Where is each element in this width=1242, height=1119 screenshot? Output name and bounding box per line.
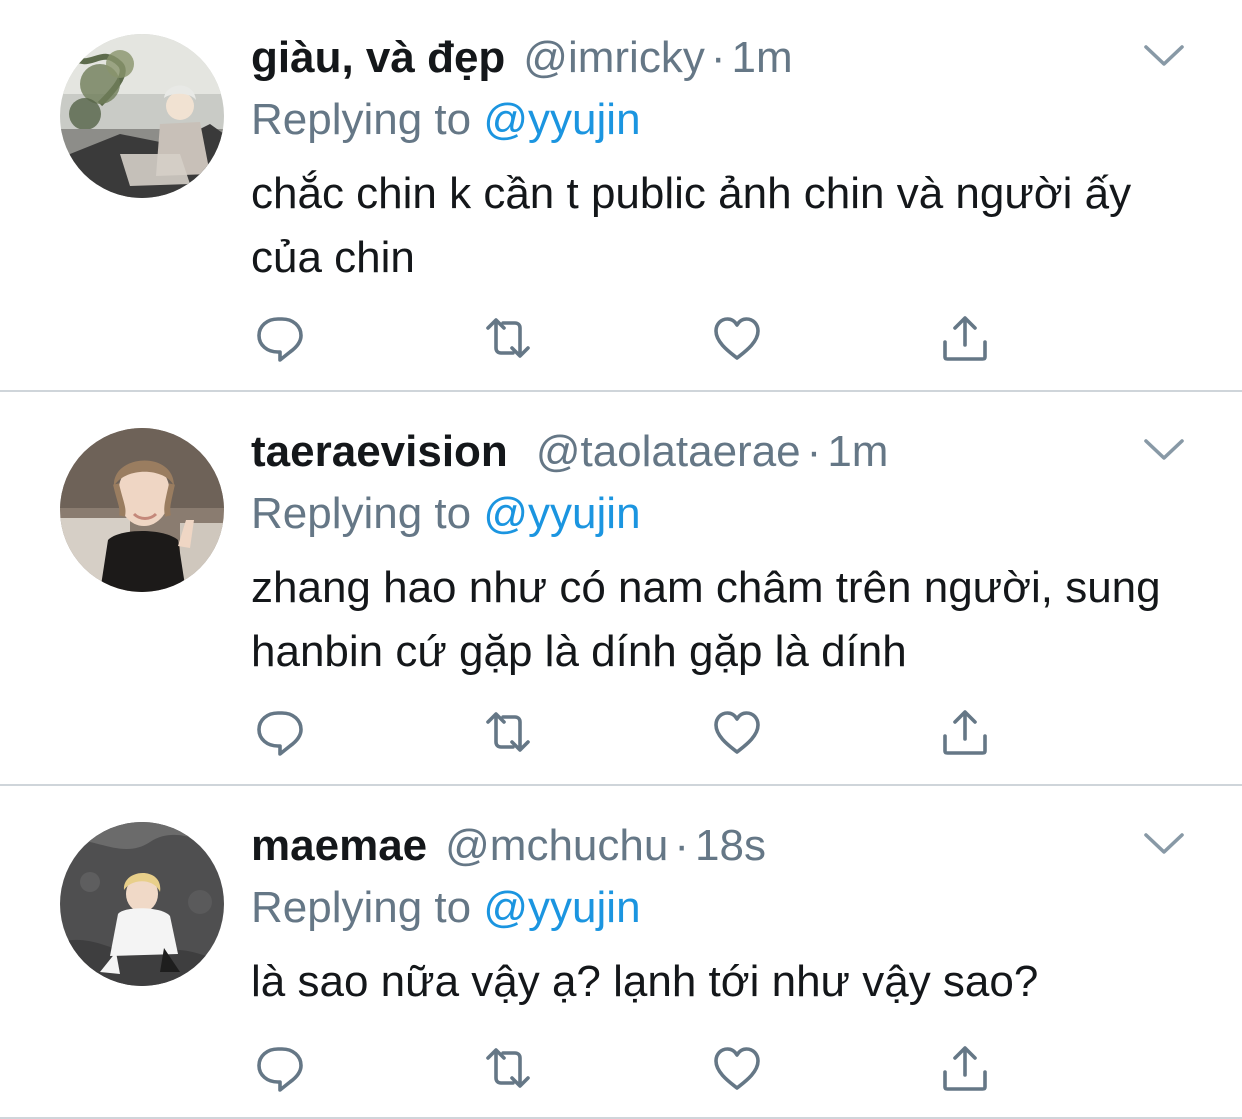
avatar[interactable]: [60, 822, 224, 986]
mention-link[interactable]: @yyujin: [483, 883, 640, 932]
like-icon[interactable]: [711, 706, 763, 758]
avatar-photo: [60, 822, 224, 986]
chevron-down-icon[interactable]: [1142, 432, 1186, 468]
user-handle[interactable]: @mchuchu: [445, 818, 668, 874]
replying-to: Replying to @yyujin: [251, 880, 641, 936]
tweet[interactable]: maemae @mchuchu · 18s Replying to @yyuji…: [0, 788, 1242, 1119]
replying-label: Replying to: [251, 489, 472, 538]
tweet-text: chắc chin k cần t public ảnh chin và ngư…: [251, 169, 1132, 282]
tweet-header: giàu, và đẹp @imricky · 1m: [251, 30, 793, 86]
share-icon[interactable]: [939, 1042, 991, 1094]
chevron-down-icon[interactable]: [1142, 38, 1186, 74]
mention-link[interactable]: @yyujin: [483, 95, 640, 144]
timestamp[interactable]: 1m: [827, 424, 888, 480]
user-handle[interactable]: @imricky: [523, 30, 705, 86]
display-name[interactable]: taeraevision: [251, 424, 508, 480]
avatar[interactable]: [60, 34, 224, 198]
chevron-down-icon[interactable]: [1142, 826, 1186, 862]
replying-label: Replying to: [251, 883, 472, 932]
user-handle[interactable]: @taolataerae: [536, 424, 801, 480]
tweet-header: maemae @mchuchu · 18s: [251, 818, 766, 874]
like-icon[interactable]: [711, 1042, 763, 1094]
tweet-actions: [0, 1042, 1242, 1094]
tweet[interactable]: taeraevision @taolataerae · 1m Replying …: [0, 394, 1242, 786]
tweet-header: taeraevision @taolataerae · 1m: [251, 424, 888, 480]
avatar[interactable]: [60, 428, 224, 592]
share-icon[interactable]: [939, 706, 991, 758]
like-icon[interactable]: [711, 312, 763, 364]
tweet-actions: [0, 312, 1242, 364]
retweet-icon[interactable]: [482, 1042, 534, 1094]
reply-icon[interactable]: [254, 312, 306, 364]
avatar-photo: [60, 428, 224, 592]
replying-to: Replying to @yyujin: [251, 486, 641, 542]
display-name[interactable]: maemae: [251, 818, 427, 874]
separator-dot: ·: [674, 821, 689, 870]
separator-dot: ·: [806, 427, 822, 476]
reply-icon[interactable]: [254, 706, 306, 758]
replying-label: Replying to: [251, 95, 472, 144]
display-name[interactable]: giàu, và đẹp: [251, 30, 505, 86]
avatar-photo: [60, 34, 224, 198]
separator-dot: ·: [710, 33, 726, 82]
timestamp[interactable]: 1m: [731, 30, 792, 86]
retweet-icon[interactable]: [482, 706, 534, 758]
timestamp[interactable]: 18s: [695, 818, 766, 874]
share-icon[interactable]: [939, 312, 991, 364]
tweet-text: là sao nữa vậy ạ? lạnh tới như vậy sao?: [251, 957, 1039, 1006]
retweet-icon[interactable]: [482, 312, 534, 364]
tweet-text: zhang hao như có nam châm trên người, su…: [251, 563, 1161, 676]
mention-link[interactable]: @yyujin: [483, 489, 640, 538]
replying-to: Replying to @yyujin: [251, 92, 641, 148]
tweet-actions: [0, 706, 1242, 758]
tweet[interactable]: giàu, và đẹp @imricky · 1m Replying to @…: [0, 0, 1242, 392]
reply-icon[interactable]: [254, 1042, 306, 1094]
